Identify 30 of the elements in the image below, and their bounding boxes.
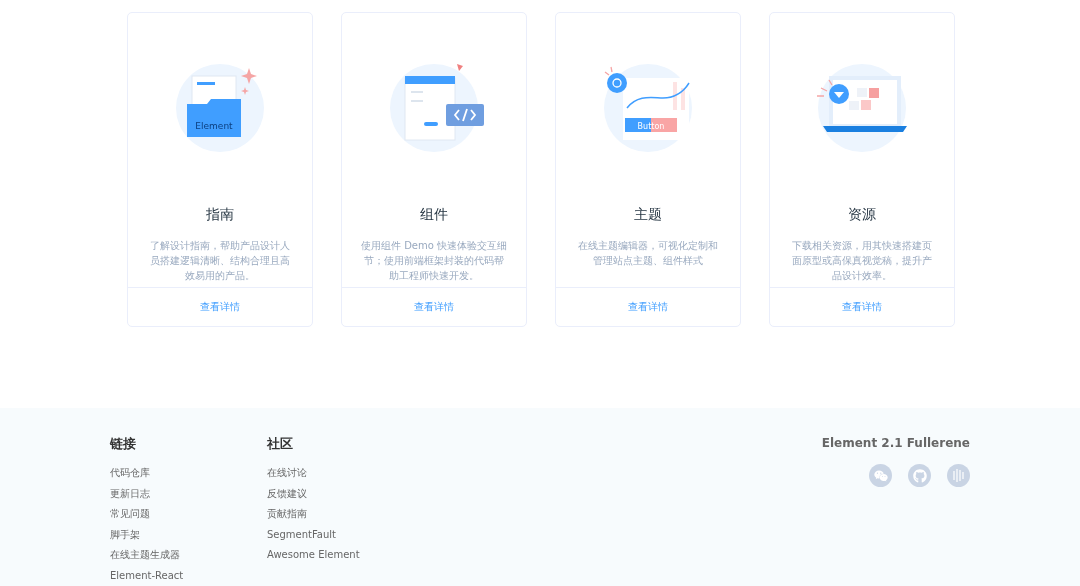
footer-link[interactable]: 常见问题 — [110, 504, 267, 525]
footer-link[interactable]: 脚手架 — [110, 524, 267, 545]
card-title: 资源 — [848, 206, 876, 224]
card-description: 下载相关资源，用其快速搭建页面原型或高保真视觉稿，提升产品设计效率。 — [791, 239, 933, 282]
social-button[interactable] — [908, 464, 931, 487]
bars-icon — [953, 469, 964, 482]
cat-icon — [912, 468, 927, 483]
card-description: 使用组件 Demo 快速体验交互细节；使用前端框架封装的代码帮助工程师快速开发。 — [359, 239, 509, 282]
footer-heading: 链接 — [110, 436, 137, 453]
footer-link[interactable]: Awesome Element — [267, 545, 424, 566]
card-description: 在线主题编辑器，可视化定制和管理站点主题、组件样式 — [577, 239, 719, 268]
footer-link[interactable]: 代码仓库 — [110, 463, 267, 484]
chat-bubbles-icon — [873, 468, 888, 483]
folder-label: Element — [195, 121, 233, 131]
card-title: 指南 — [206, 206, 234, 224]
version-label: Element 2.1 Fullerene — [821, 436, 970, 450]
card-description: 了解设计指南，帮助产品设计人员搭建逻辑清晰、结构合理且高效易用的产品。 — [149, 239, 291, 282]
footer-link[interactable]: 在线讨论 — [267, 463, 424, 484]
footer-link[interactable]: 贡献指南 — [267, 504, 424, 525]
button-label: Button — [637, 121, 665, 131]
footer-link[interactable]: SegmentFault — [267, 524, 424, 545]
social-button[interactable] — [947, 464, 970, 487]
social-button[interactable] — [869, 464, 892, 487]
footer-link[interactable]: 反馈建议 — [267, 483, 424, 504]
footer-link[interactable]: 在线主题生成器 — [110, 545, 267, 566]
footer-heading: 社区 — [267, 436, 294, 453]
card-title: 组件 — [420, 206, 448, 224]
footer-link[interactable]: 更新日志 — [110, 483, 267, 504]
footer-link[interactable]: Element-React — [110, 565, 267, 586]
card-title: 主题 — [634, 206, 662, 224]
